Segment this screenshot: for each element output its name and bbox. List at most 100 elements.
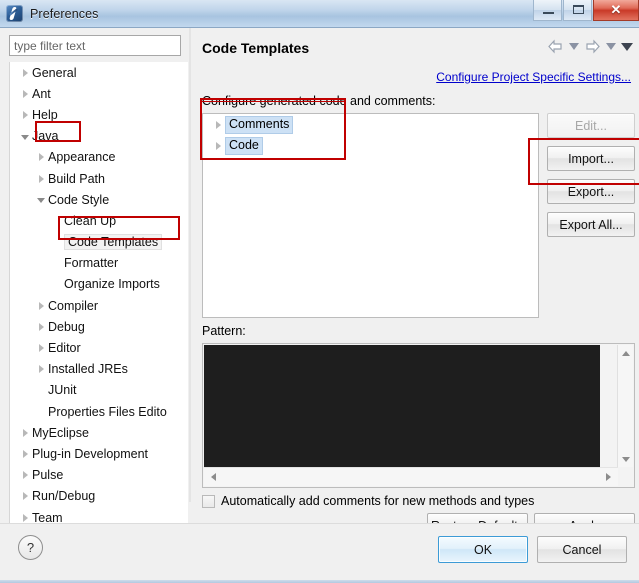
maximize-button[interactable] bbox=[563, 0, 592, 21]
template-action-buttons: Edit... Import... Export... Export All... bbox=[547, 113, 635, 237]
sidebar-item-label: Formatter bbox=[64, 256, 119, 271]
sidebar-item-installed-jres[interactable]: Installed JREs bbox=[10, 359, 188, 380]
sidebar-item-label: Java bbox=[32, 129, 59, 144]
twisty-collapsed-icon[interactable] bbox=[18, 450, 32, 458]
sidebar-item-label: Help bbox=[32, 107, 58, 122]
template-tree-label: Comments bbox=[225, 115, 294, 134]
help-button[interactable]: ? bbox=[18, 535, 43, 560]
twisty-collapsed-icon[interactable] bbox=[18, 429, 32, 437]
sidebar-item-appearance[interactable]: Appearance bbox=[10, 147, 188, 168]
window-title: Preferences bbox=[30, 6, 99, 21]
code-templates-tree[interactable]: Comments Code bbox=[202, 113, 539, 318]
twisty-collapsed-icon[interactable] bbox=[18, 492, 32, 500]
sidebar-item-label: Ant bbox=[32, 86, 51, 101]
sidebar-item-build-path[interactable]: Build Path bbox=[10, 168, 188, 189]
configure-project-specific-settings-link[interactable]: Configure Project Specific Settings... bbox=[436, 70, 631, 84]
sidebar-item-run-debug[interactable]: Run/Debug bbox=[10, 486, 188, 507]
sidebar-item-label: JUnit bbox=[48, 383, 77, 398]
auto-comments-row[interactable]: Automatically add comments for new metho… bbox=[202, 494, 534, 508]
sidebar-item-editor[interactable]: Editor bbox=[10, 337, 188, 358]
twisty-collapsed-icon[interactable] bbox=[34, 302, 48, 310]
sidebar-item-label: Organize Imports bbox=[64, 277, 160, 292]
sidebar-item-label: Properties Files Edito bbox=[48, 404, 167, 419]
minimize-icon bbox=[543, 12, 554, 14]
sidebar-item-formatter[interactable]: Formatter bbox=[10, 253, 188, 274]
sidebar-item-properties-files-edito[interactable]: Properties Files Edito bbox=[10, 401, 188, 422]
pattern-text-area[interactable] bbox=[204, 345, 600, 467]
twisty-collapsed-icon[interactable] bbox=[34, 175, 48, 183]
twisty-collapsed-icon[interactable] bbox=[34, 323, 48, 331]
sidebar-item-general[interactable]: General bbox=[10, 62, 188, 83]
search-input[interactable] bbox=[9, 35, 181, 56]
sidebar-item-organize-imports[interactable]: Organize Imports bbox=[10, 274, 188, 295]
dialog-body: General Ant Help Java Appearance Build Path Co… bbox=[0, 28, 639, 542]
ok-button[interactable]: OK bbox=[438, 536, 528, 563]
auto-comments-checkbox[interactable] bbox=[202, 494, 215, 508]
minimize-button[interactable] bbox=[533, 0, 562, 21]
sidebar-item-myeclipse[interactable]: MyEclipse bbox=[10, 422, 188, 443]
sidebar-item-junit[interactable]: JUnit bbox=[10, 380, 188, 401]
project-settings-link-row: Configure Project Specific Settings... bbox=[436, 70, 631, 84]
export-all-button[interactable]: Export All... bbox=[547, 212, 635, 237]
sidebar-item-ant[interactable]: Ant bbox=[10, 83, 188, 104]
filter-field-wrapper bbox=[9, 35, 181, 56]
view-menu-chevron-down-solid-icon[interactable] bbox=[621, 40, 633, 54]
dialog-footer: ? OK Cancel bbox=[0, 523, 639, 583]
twisty-collapsed-icon[interactable] bbox=[34, 153, 48, 161]
twisty-collapsed-icon[interactable] bbox=[211, 142, 225, 150]
template-tree-row[interactable]: Comments bbox=[203, 114, 538, 135]
sidebar-item-compiler[interactable]: Compiler bbox=[10, 295, 188, 316]
title-bar: Preferences ✕ bbox=[0, 0, 639, 28]
close-icon: ✕ bbox=[610, 2, 622, 17]
preferences-tree-scroll: General Ant Help Java Appearance Build Path Co… bbox=[10, 62, 188, 525]
sidebar-item-label: Clean Up bbox=[64, 213, 117, 228]
preferences-dialog: Preferences ✕ General Ant Help Java Appearan… bbox=[0, 0, 639, 583]
sidebar-item-clean-up[interactable]: Clean Up bbox=[10, 210, 188, 231]
twisty-expanded-icon[interactable] bbox=[18, 133, 32, 140]
twisty-collapsed-icon[interactable] bbox=[18, 111, 32, 119]
template-tree-row[interactable]: Code bbox=[203, 135, 538, 156]
pane-divider bbox=[189, 28, 191, 502]
forward-chevron-down-icon[interactable] bbox=[605, 40, 617, 54]
scroll-left-icon[interactable] bbox=[206, 470, 221, 484]
sidebar-item-label: Appearance bbox=[48, 150, 116, 165]
preferences-tree[interactable]: General Ant Help Java Appearance Build Path Co… bbox=[9, 62, 188, 525]
twisty-collapsed-icon[interactable] bbox=[211, 121, 225, 129]
pattern-horizontal-scrollbar[interactable] bbox=[204, 467, 618, 486]
forward-arrow-icon[interactable] bbox=[584, 39, 601, 54]
sidebar-item-pulse[interactable]: Pulse bbox=[10, 465, 188, 486]
sidebar-item-label: Plug-in Development bbox=[32, 446, 149, 461]
sidebar-item-label: Installed JREs bbox=[48, 362, 128, 377]
scroll-right-icon[interactable] bbox=[601, 470, 616, 484]
twisty-collapsed-icon[interactable] bbox=[18, 514, 32, 522]
twisty-collapsed-icon[interactable] bbox=[18, 471, 32, 479]
twisty-collapsed-icon[interactable] bbox=[34, 365, 48, 373]
close-button[interactable]: ✕ bbox=[593, 0, 639, 21]
sidebar-item-code-style[interactable]: Code Style bbox=[10, 189, 188, 210]
sidebar-item-java[interactable]: Java bbox=[10, 126, 188, 147]
scroll-up-icon[interactable] bbox=[618, 346, 633, 360]
window-controls: ✕ bbox=[533, 0, 639, 26]
sidebar-item-plug-in-development[interactable]: Plug-in Development bbox=[10, 443, 188, 464]
scroll-down-icon[interactable] bbox=[618, 452, 633, 466]
back-chevron-down-icon[interactable] bbox=[568, 40, 580, 54]
cancel-button[interactable]: Cancel bbox=[537, 536, 627, 563]
sidebar-item-help[interactable]: Help bbox=[10, 104, 188, 125]
twisty-collapsed-icon[interactable] bbox=[34, 344, 48, 352]
sidebar-item-debug[interactable]: Debug bbox=[10, 316, 188, 337]
sidebar-item-code-templates[interactable]: Code Templates bbox=[10, 232, 188, 253]
pattern-vertical-scrollbar[interactable] bbox=[617, 345, 633, 467]
group-label: Configure generated code and comments: bbox=[202, 94, 436, 108]
back-arrow-icon[interactable] bbox=[547, 39, 564, 54]
sidebar-item-label: Build Path bbox=[48, 171, 105, 186]
twisty-expanded-icon[interactable] bbox=[34, 196, 48, 203]
twisty-collapsed-icon[interactable] bbox=[18, 69, 32, 77]
myeclipse-icon bbox=[6, 5, 23, 22]
template-tree-label: Code bbox=[225, 136, 263, 155]
sidebar-item-label: General bbox=[32, 65, 77, 80]
sidebar-item-label: MyEclipse bbox=[32, 425, 89, 440]
import-button[interactable]: Import... bbox=[547, 146, 635, 171]
twisty-collapsed-icon[interactable] bbox=[18, 90, 32, 98]
export-button[interactable]: Export... bbox=[547, 179, 635, 204]
pattern-preview-box bbox=[202, 343, 635, 488]
